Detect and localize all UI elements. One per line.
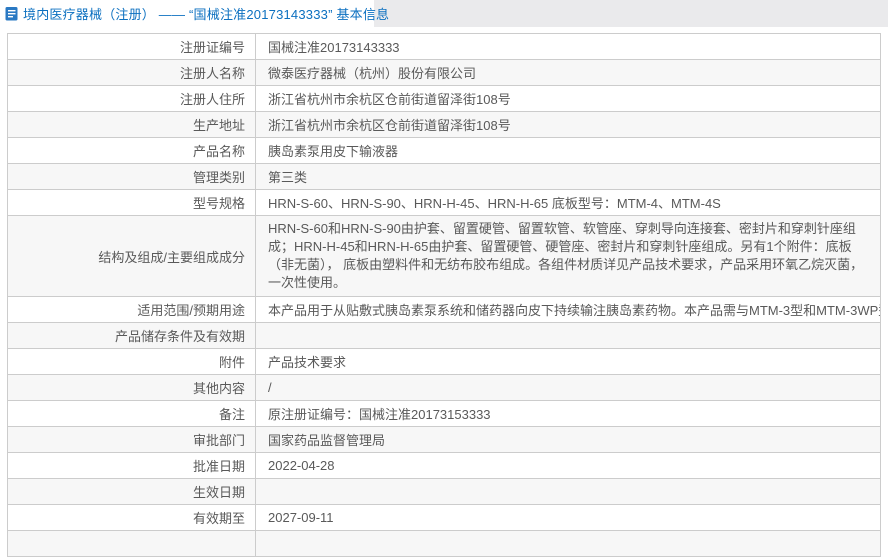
row-value	[255, 322, 881, 349]
table-row: 注册人住所 浙江省杭州市余杭区仓前街道留泽街108号	[7, 85, 881, 112]
row-label: 批准日期	[7, 452, 256, 479]
registration-info-table: 注册证编号 国械注准20173143333 注册人名称 微泰医疗器械（杭州）股份…	[7, 33, 881, 557]
row-label: 产品名称	[7, 137, 256, 164]
registration-info-table-wrap: 注册证编号 国械注准20173143333 注册人名称 微泰医疗器械（杭州）股份…	[7, 33, 881, 557]
row-value: 浙江省杭州市余杭区仓前街道留泽街108号	[255, 85, 881, 112]
table-row: 产品名称 胰岛素泵用皮下输液器	[7, 137, 881, 164]
table-row: 注册证编号 国械注准20173143333	[7, 33, 881, 60]
table-row	[7, 530, 881, 557]
row-value: HRN-S-60和HRN-S-90由护套、留置硬管、留置软管、软管座、穿刺导向连…	[255, 215, 881, 297]
row-value: 国械注准20173143333	[255, 33, 881, 60]
row-label: 产品储存条件及有效期	[7, 322, 256, 349]
table-row: 结构及组成/主要组成成分 HRN-S-60和HRN-S-90由护套、留置硬管、留…	[7, 215, 881, 297]
table-row: 审批部门 国家药品监督管理局	[7, 426, 881, 453]
info-table-body: 注册证编号 国械注准20173143333 注册人名称 微泰医疗器械（杭州）股份…	[7, 33, 881, 557]
row-value: 原注册证编号：国械注准20173153333	[255, 400, 881, 427]
row-value: 浙江省杭州市余杭区仓前街道留泽街108号	[255, 111, 881, 138]
title-bar: 境内医疗器械（注册） —— “国械注准20173143333” 基本信息	[0, 0, 389, 27]
row-label: 生产地址	[7, 111, 256, 138]
table-row: 附件 产品技术要求	[7, 348, 881, 375]
row-label: 管理类别	[7, 163, 256, 190]
table-row: 产品储存条件及有效期	[7, 322, 881, 349]
row-value: 产品技术要求	[255, 348, 881, 375]
row-label: 审批部门	[7, 426, 256, 453]
row-label: 注册证编号	[7, 33, 256, 60]
table-row: 其他内容 /	[7, 374, 881, 401]
row-label: 注册人住所	[7, 85, 256, 112]
row-value: 本产品用于从贴敷式胰岛素泵系统和储药器向皮下持续输注胰岛素药物。本产品需与MTM…	[255, 296, 881, 323]
row-label: 其他内容	[7, 374, 256, 401]
row-value: HRN-S-60、HRN-S-90、HRN-H-45、HRN-H-65 底板型号…	[255, 189, 881, 216]
row-label: 备注	[7, 400, 256, 427]
table-row: 批准日期 2022-04-28	[7, 452, 881, 479]
table-row: 备注 原注册证编号：国械注准20173153333	[7, 400, 881, 427]
row-label: 注册人名称	[7, 59, 256, 86]
row-label: 结构及组成/主要组成成分	[7, 215, 256, 297]
row-value: 2022-04-28	[255, 452, 881, 479]
table-row: 适用范围/预期用途 本产品用于从贴敷式胰岛素泵系统和储药器向皮下持续输注胰岛素药…	[7, 296, 881, 323]
row-label: 适用范围/预期用途	[7, 296, 256, 323]
row-value: /	[255, 374, 881, 401]
table-row: 生产地址 浙江省杭州市余杭区仓前街道留泽街108号	[7, 111, 881, 138]
row-label: 附件	[7, 348, 256, 375]
row-value: 第三类	[255, 163, 881, 190]
row-value: 2027-09-11	[255, 504, 881, 531]
table-row: 生效日期	[7, 478, 881, 505]
table-row: 注册人名称 微泰医疗器械（杭州）股份有限公司	[7, 59, 881, 86]
page-title: 境内医疗器械（注册） —— “国械注准20173143333” 基本信息	[23, 7, 390, 22]
row-label	[7, 530, 256, 557]
row-value	[255, 530, 881, 557]
row-value: 微泰医疗器械（杭州）股份有限公司	[255, 59, 881, 86]
row-value: 国家药品监督管理局	[255, 426, 881, 453]
row-value: 胰岛素泵用皮下输液器	[255, 137, 881, 164]
row-label: 生效日期	[7, 478, 256, 505]
table-row: 管理类别 第三类	[7, 163, 881, 190]
table-row: 有效期至 2027-09-11	[7, 504, 881, 531]
row-label: 有效期至	[7, 504, 256, 531]
row-label: 型号规格	[7, 189, 256, 216]
row-value	[255, 478, 881, 505]
table-row: 型号规格 HRN-S-60、HRN-S-90、HRN-H-45、HRN-H-65…	[7, 189, 881, 216]
document-icon	[5, 7, 18, 21]
